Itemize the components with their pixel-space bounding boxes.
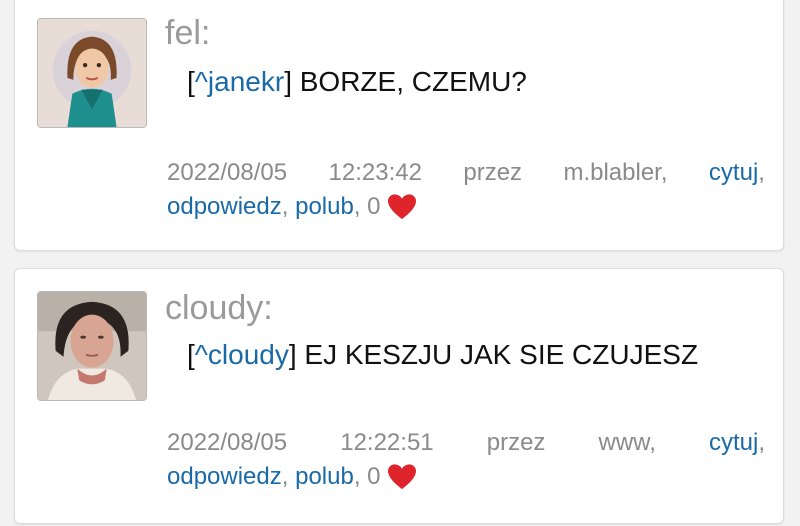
heart-icon[interactable]: [387, 193, 417, 221]
post-author: cloudy:: [165, 289, 273, 327]
like-link[interactable]: polub: [295, 463, 354, 491]
heart-icon[interactable]: [387, 463, 417, 491]
photo-avatar-icon: [38, 292, 146, 400]
post-date: 2022/08/05: [167, 429, 288, 456]
by-label: przez: [463, 159, 523, 186]
by-user: m.blabler,: [563, 159, 668, 186]
cartoon-avatar-icon: [38, 19, 146, 127]
post-text: BORZE, CZEMU?: [299, 66, 527, 97]
reply-link[interactable]: odpowiedz: [167, 193, 282, 221]
post-message: [^janekr] BORZE, CZEMU?: [187, 66, 527, 97]
post-card: fel: [^janekr] BORZE, CZEMU? 2022/08/05 …: [14, 0, 784, 251]
like-count: 0: [367, 193, 381, 220]
post-time: 12:23:42: [328, 159, 422, 186]
post-author: fel:: [165, 14, 211, 52]
post-meta: 2022/08/05 12:23:42 przez m.blabler, cyt…: [167, 159, 765, 221]
post-text: EJ KESZJU JAK SIE CZUJESZ: [304, 339, 699, 370]
post-message: [^cloudy] EJ KESZJU JAK SIE CZUJESZ: [187, 339, 699, 370]
by-label: przez: [486, 429, 546, 456]
avatar[interactable]: [37, 291, 147, 401]
post-card: cloudy: [^cloudy] EJ KESZJU JAK SIE CZUJ…: [14, 268, 784, 524]
by-user: www,: [598, 429, 656, 456]
quote-link[interactable]: cytuj: [709, 429, 758, 456]
like-count: 0: [367, 463, 381, 490]
avatar[interactable]: [37, 18, 147, 128]
post-meta: 2022/08/05 12:22:51 przez www, cytuj, od…: [167, 429, 765, 491]
mention-link[interactable]: ^cloudy: [195, 339, 289, 370]
mention-link[interactable]: ^janekr: [195, 66, 284, 97]
post-time: 12:22:51: [340, 429, 434, 456]
post-date: 2022/08/05: [167, 159, 288, 186]
reply-link[interactable]: odpowiedz: [167, 463, 282, 491]
quote-link[interactable]: cytuj: [709, 159, 758, 186]
like-link[interactable]: polub: [295, 193, 354, 221]
